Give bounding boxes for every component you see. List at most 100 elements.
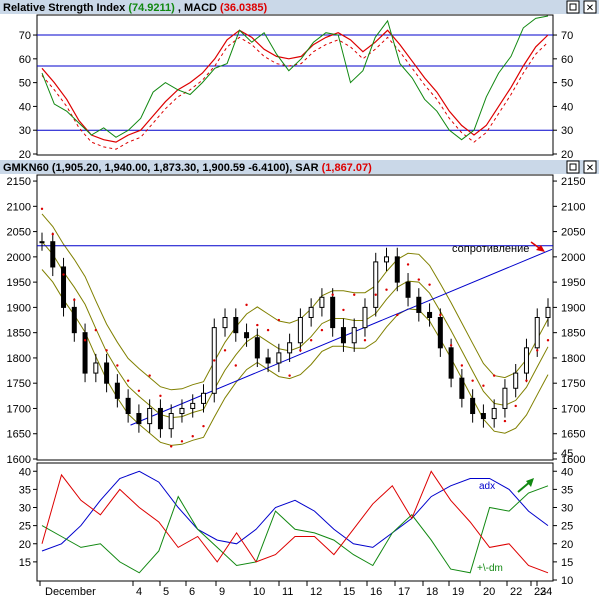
xtick-label: 17	[398, 586, 410, 598]
ytick-label: 1900	[7, 302, 31, 314]
dmi-plot-area[interactable]	[36, 462, 554, 582]
svg-text:GMKN60 (1,905.20, 1,940.00, 1,: GMKN60 (1,905.20, 1,940.00, 1,873.30, 1,…	[3, 162, 372, 174]
price-candle	[265, 357, 271, 364]
price-panel: GMKN60 (1,905.20, 1,940.00, 1,873.30, 1,…	[0, 160, 599, 466]
price-candle	[190, 402, 196, 409]
ytick-label: 40	[561, 466, 573, 478]
price-candle	[416, 296, 422, 313]
xtick-label: 6	[189, 586, 195, 598]
xtick-label: 9	[219, 586, 225, 598]
price-plot-area[interactable]	[36, 174, 554, 461]
price-candle	[534, 317, 540, 349]
ytick-label: 20	[561, 149, 573, 161]
sar-dot	[51, 232, 54, 236]
adx-label: adx	[479, 481, 495, 492]
price-candle	[61, 266, 67, 308]
ytick-label: 2000	[7, 252, 31, 264]
sar-dot	[148, 374, 151, 377]
ytick-label: 50	[561, 78, 573, 90]
sar-dot	[266, 328, 270, 332]
ytick-label: 50	[19, 78, 31, 90]
price-candle	[480, 413, 486, 420]
sar-dot	[406, 263, 410, 266]
price-candle	[93, 362, 99, 374]
ytick-label: 20	[19, 539, 31, 551]
price-candle	[330, 296, 336, 329]
price-candle	[104, 362, 110, 384]
ytick-label: 10	[561, 575, 573, 587]
sar-dot	[482, 384, 485, 387]
ytick-label: 35	[561, 484, 573, 496]
sar-dot	[169, 445, 173, 448]
price-candle	[394, 256, 400, 283]
price-candle	[459, 377, 465, 399]
ytick-label: 2050	[561, 227, 585, 239]
price-candle	[405, 281, 411, 298]
sar-dot	[116, 364, 119, 367]
sar-dot	[159, 394, 162, 398]
ytick-label: 1700	[561, 403, 585, 415]
sar-dot	[536, 349, 539, 352]
ytick-label: 1650	[561, 429, 585, 441]
sar-dot	[331, 293, 334, 296]
sar-dot	[396, 313, 399, 317]
sar-dot	[439, 313, 442, 317]
sar-dot	[309, 339, 313, 342]
ytick-label: 1800	[7, 353, 31, 365]
ytick-label: 1700	[7, 403, 31, 415]
xtick-label: 10	[253, 586, 265, 598]
ytick-label: 1850	[561, 328, 585, 340]
price-candle	[362, 306, 368, 329]
price-candle	[513, 372, 519, 389]
xtick-label: 24	[540, 586, 552, 598]
xtick-label: 20	[483, 586, 495, 598]
ytick-label: 30	[19, 125, 31, 137]
ytick-label: 1650	[7, 429, 31, 441]
ytick-label: 2050	[7, 227, 31, 239]
xtick-label: 16	[370, 586, 382, 598]
price-candle	[319, 296, 325, 308]
price-candle	[244, 332, 250, 339]
resistance-label: сопротивление	[452, 243, 529, 255]
ytick-label: 2000	[561, 252, 585, 264]
ytick-label: 35	[19, 484, 31, 496]
ytick-label: 20	[19, 149, 31, 161]
sar-dot	[514, 404, 517, 408]
sar-dot	[105, 349, 108, 352]
price-candle	[179, 407, 185, 415]
xtick-label: 19	[452, 586, 464, 598]
sar-value: (1,867.07)	[322, 162, 372, 174]
rsi-panel: Relative Strength Index (74.9211) , MACD…	[0, 0, 599, 161]
sar-dot	[288, 374, 291, 377]
sar-dot	[137, 389, 141, 392]
xtick-label: 5	[163, 586, 169, 598]
sar-dot	[223, 349, 227, 352]
sar-dot	[417, 278, 421, 281]
price-candle	[50, 241, 56, 268]
chart-window: Relative Strength Index (74.9211) , MACD…	[0, 0, 599, 598]
sar-dot	[256, 323, 259, 327]
ytick-label: 2150	[561, 176, 585, 188]
price-candle	[136, 413, 142, 425]
sar-dot	[525, 379, 528, 382]
sar-dot	[342, 308, 345, 312]
ytick-label: 45	[561, 448, 573, 460]
price-candle	[297, 317, 303, 344]
price-maximize-button[interactable]	[566, 160, 580, 174]
sar-dot	[353, 293, 356, 296]
price-candle	[287, 342, 293, 354]
price-candle	[308, 306, 314, 318]
sar-dot	[320, 328, 324, 332]
ytick-label: 25	[19, 521, 31, 533]
macd-value: (36.0385)	[220, 2, 267, 14]
price-candle	[200, 392, 206, 404]
xtick-label: 12	[310, 586, 322, 598]
price-candle	[39, 241, 45, 244]
price-candle	[448, 347, 454, 379]
svg-text:✕: ✕	[586, 3, 594, 14]
rsi-close-button[interactable]: ✕	[583, 0, 597, 14]
price-close-button[interactable]: ✕	[583, 160, 597, 174]
price-candle	[276, 352, 282, 364]
ytick-label: 15	[561, 557, 573, 569]
rsi-maximize-button[interactable]	[566, 0, 580, 14]
